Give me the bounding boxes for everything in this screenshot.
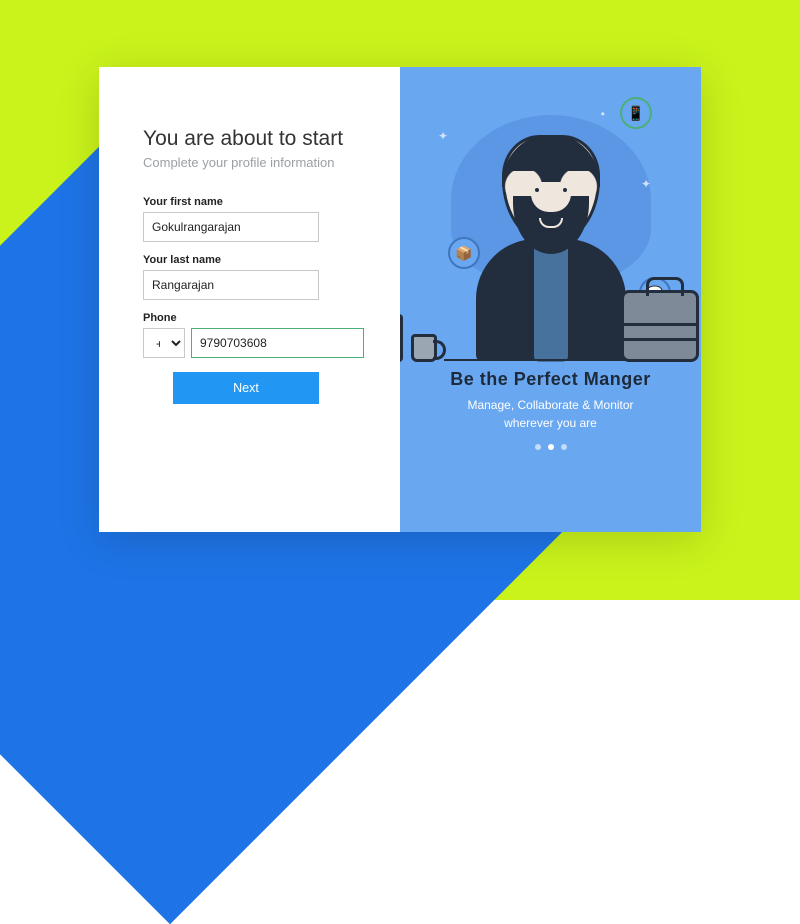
eye-icon <box>535 188 539 192</box>
next-button[interactable]: Next <box>173 372 319 404</box>
last-name-input[interactable] <box>143 270 319 300</box>
form-title: You are about to start <box>143 127 364 151</box>
carousel-dot[interactable] <box>535 444 541 450</box>
ground-line <box>444 359 657 361</box>
briefcase-icon <box>621 290 699 362</box>
carousel-dot[interactable] <box>561 444 567 450</box>
sparkle-icon: ✦ <box>641 177 651 191</box>
person-shirt <box>534 242 568 362</box>
promo-subtitle-line: Manage, Collaborate & Monitor <box>467 398 633 412</box>
phone-input[interactable] <box>191 328 364 358</box>
first-name-row: Your first name <box>143 196 364 242</box>
sparkle-icon: ✦ <box>438 129 448 143</box>
person-hair <box>502 135 600 187</box>
form-subtitle: Complete your profile information <box>143 155 364 170</box>
promo-title: Be the Perfect Manger <box>400 369 701 390</box>
eye-icon <box>563 188 567 192</box>
last-name-row: Your last name <box>143 254 364 300</box>
form-panel: You are about to start Complete your pro… <box>99 67 400 532</box>
promo-subtitle-line: wherever you are <box>504 416 597 430</box>
country-code-select[interactable]: +91 <box>143 328 185 358</box>
carousel-dot[interactable] <box>548 444 554 450</box>
phone-label: Phone <box>143 312 364 324</box>
sparkle-icon: • <box>601 107 605 121</box>
promo-panel: ✦ ✦ ✦ • 📱 📦 💬 Be the Perf <box>400 67 701 532</box>
phone-row: Phone +91 <box>143 312 364 358</box>
carousel-dots <box>400 444 701 450</box>
person-body <box>476 239 626 361</box>
walkie-talkie-icon <box>400 314 403 362</box>
profile-form: Your first name Your last name Phone +91… <box>143 196 364 404</box>
manager-illustration: ✦ ✦ ✦ • 📱 📦 💬 <box>400 67 701 367</box>
box-icon: 📦 <box>448 237 480 269</box>
first-name-input[interactable] <box>143 212 319 242</box>
mug-icon <box>411 334 437 362</box>
phone-icon: 📱 <box>620 97 652 129</box>
promo-subtitle: Manage, Collaborate & Monitor wherever y… <box>400 396 701 432</box>
last-name-label: Your last name <box>143 254 364 266</box>
first-name-label: Your first name <box>143 196 364 208</box>
onboarding-card: You are about to start Complete your pro… <box>99 67 701 532</box>
